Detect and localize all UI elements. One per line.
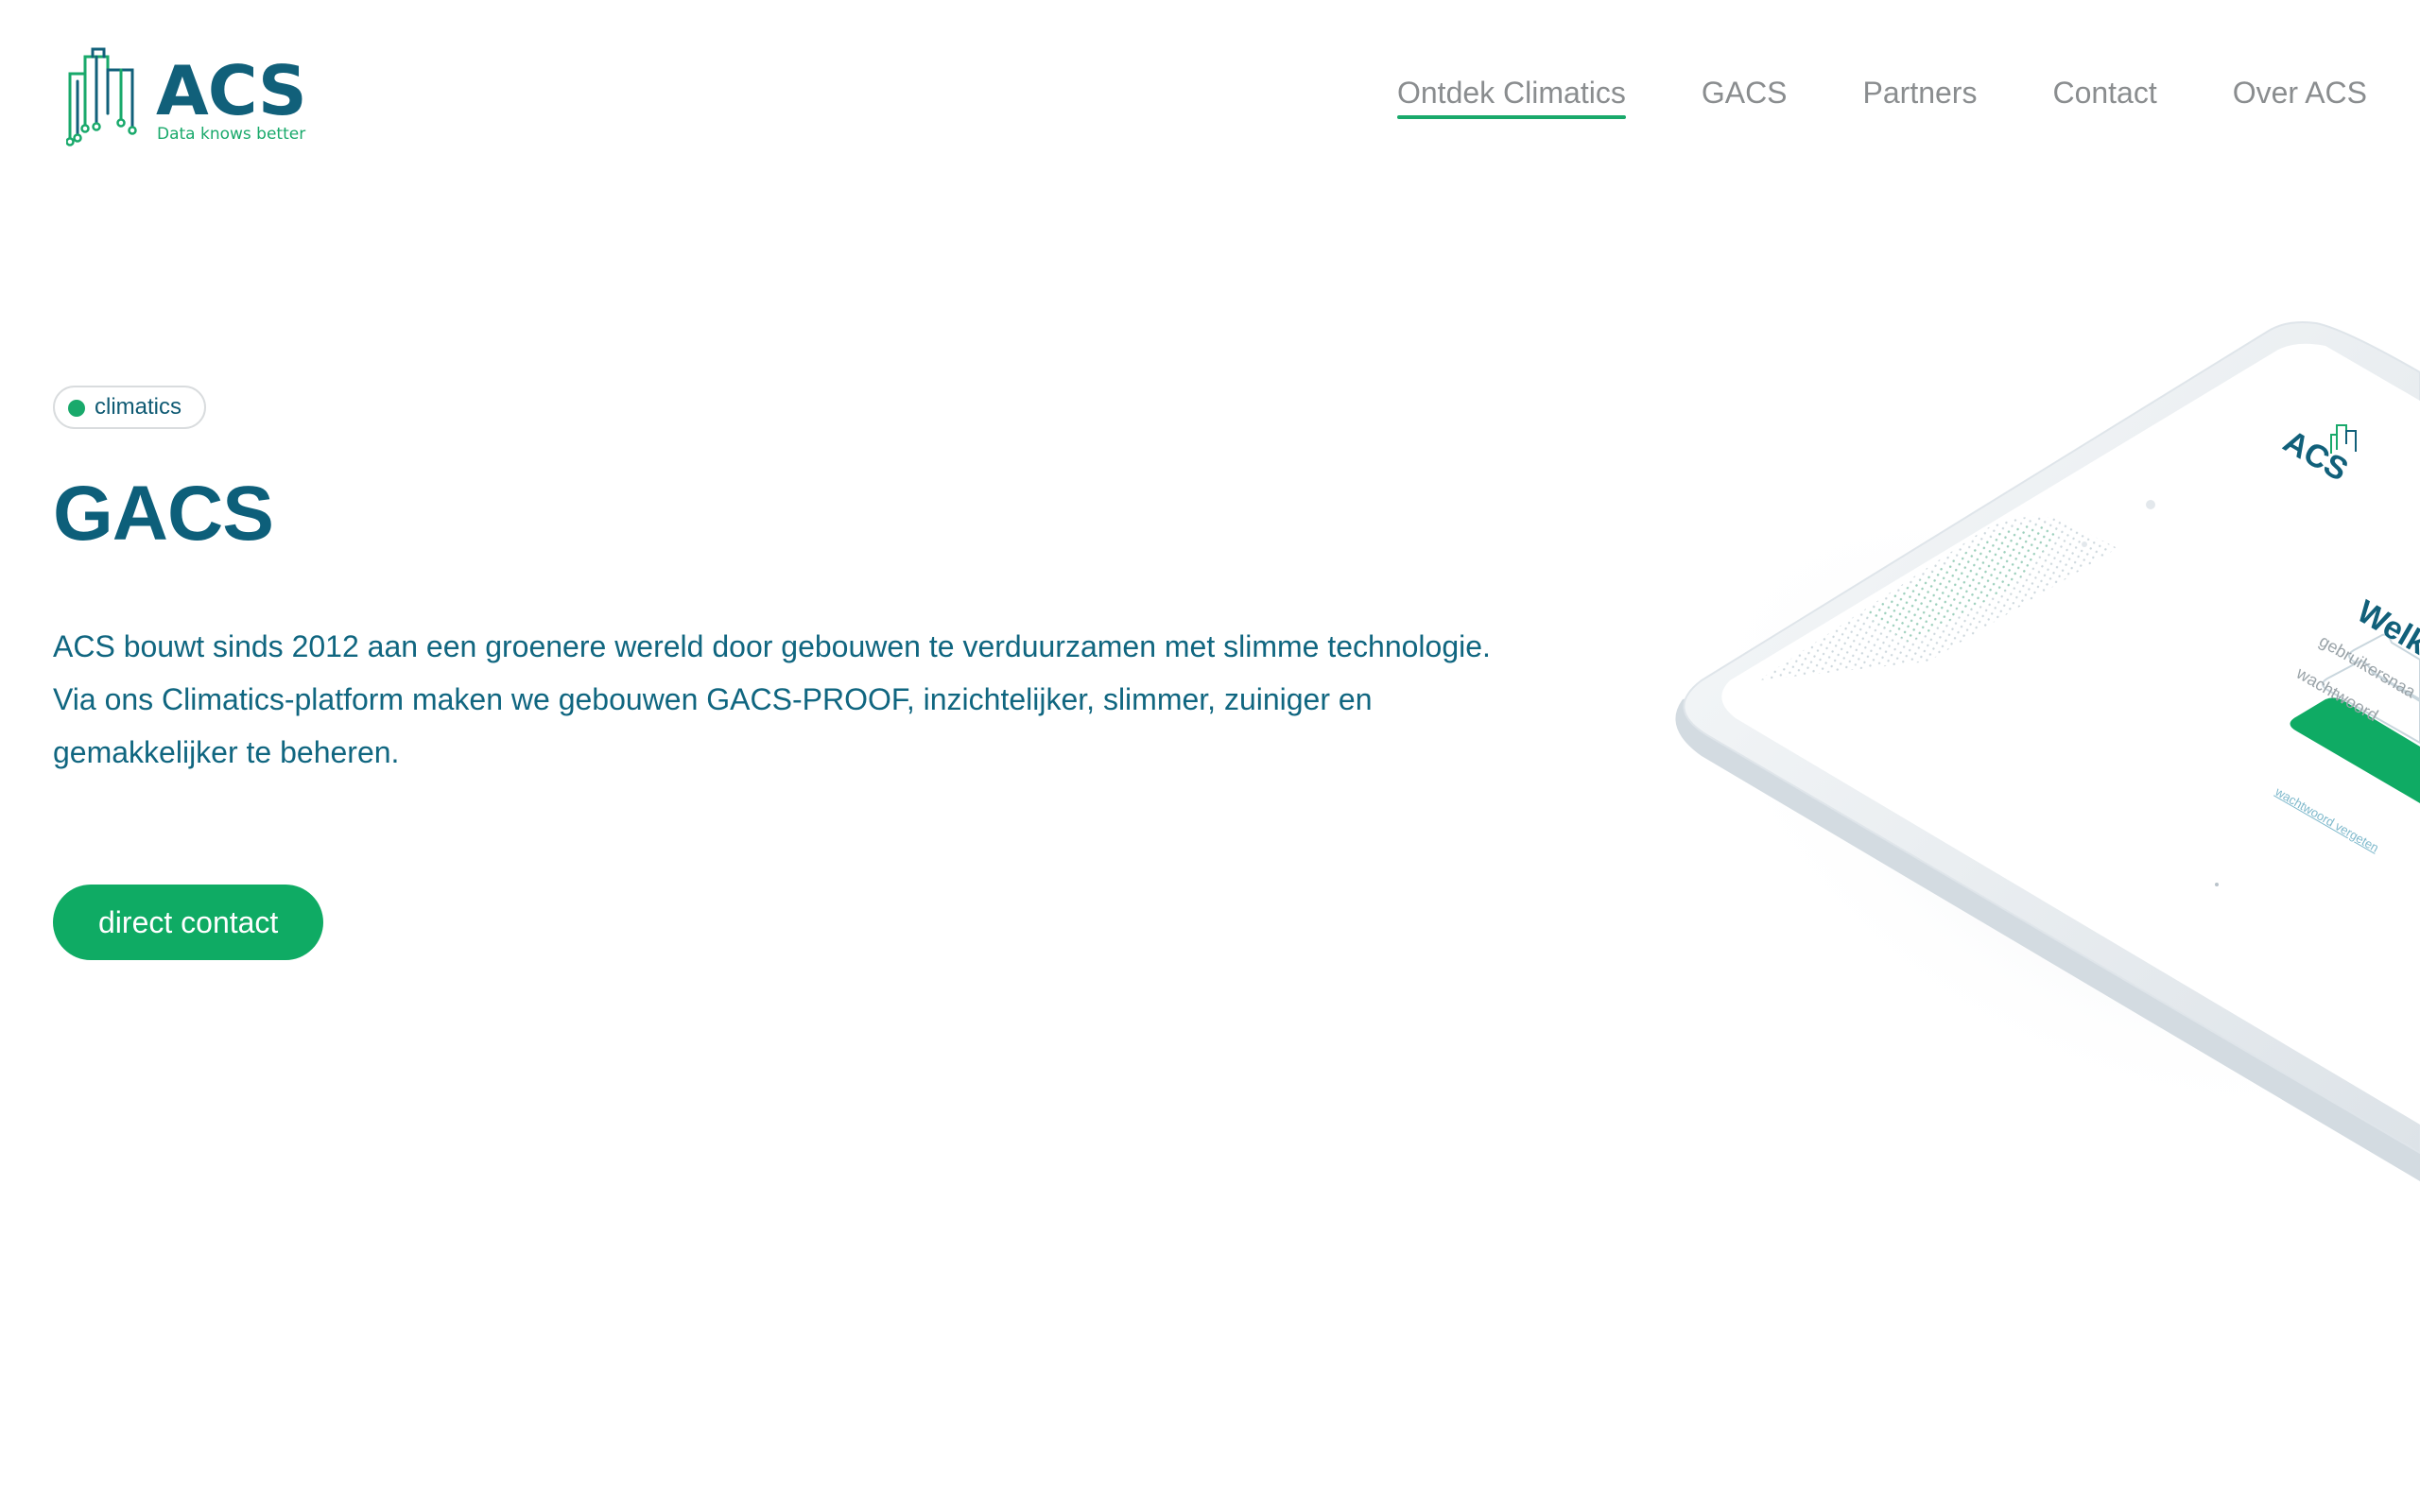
hero-description: ACS bouwt sinds 2012 aan een groenere we… — [53, 629, 1491, 769]
page-title: GACS — [53, 471, 274, 557]
nav-item-contact[interactable]: Contact — [2052, 74, 2156, 112]
nav-item-ontdek-climatics[interactable]: Ontdek Climatics — [1396, 74, 1626, 119]
badge-label: climatics — [95, 394, 182, 420]
tablet-mockup-image: ACS Welk gebruikersnaa wachtwoord inlogg… — [1569, 284, 2420, 1228]
main-nav: Ontdek Climatics GACS Partners Contact O… — [1396, 74, 2367, 119]
acs-logo[interactable]: ACS Data knows better — [66, 43, 312, 147]
site-header: ACS Data knows better Ontdek Climatics G… — [0, 0, 2420, 189]
buildings-logo-icon — [66, 47, 137, 146]
logo-wordmark: ACS — [156, 51, 307, 130]
hero-section: climatics GACS ACS bouwt sinds 2012 aan … — [53, 386, 1528, 960]
direct-contact-button[interactable]: direct contact — [53, 885, 324, 960]
nav-item-gacs[interactable]: GACS — [1702, 74, 1788, 112]
badge-dot-icon — [68, 400, 85, 417]
category-badge: climatics — [53, 386, 207, 429]
logo-tagline: Data knows better — [157, 125, 306, 144]
page: ACS Data knows better Ontdek Climatics G… — [0, 0, 2420, 1512]
tablet-illustration — [1675, 321, 2420, 1181]
nav-item-partners[interactable]: Partners — [1863, 74, 1978, 112]
nav-item-over-acs[interactable]: Over ACS — [2233, 74, 2367, 112]
